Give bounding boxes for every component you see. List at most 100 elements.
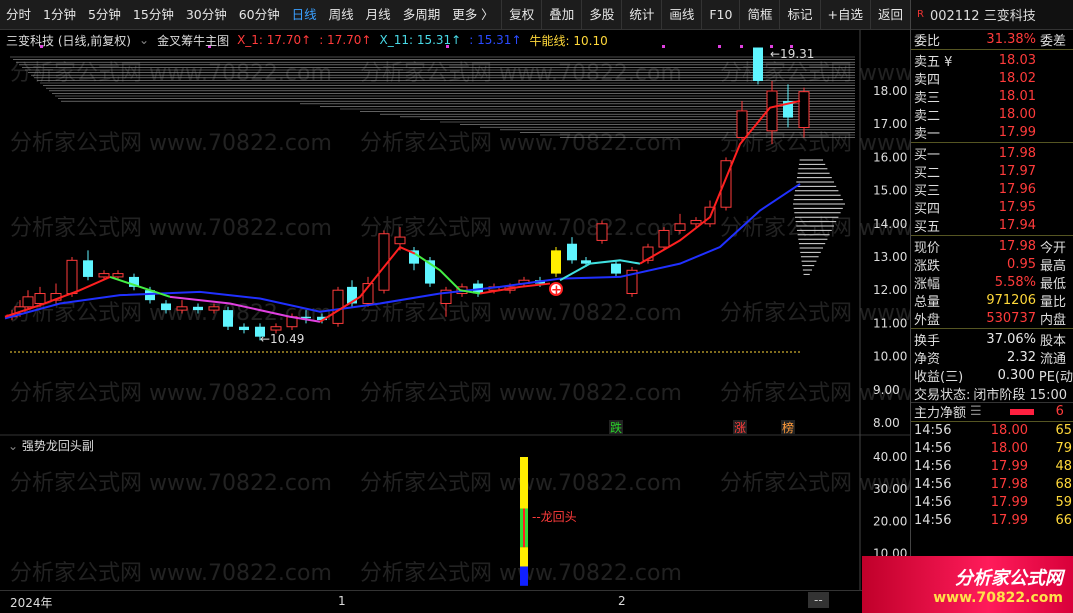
x11-line: [4, 183, 801, 320]
quote-panel: R 002112 三变科技 委比 31.38% 委差 卖五 ¥18.03 卖四 18…: [910, 0, 1073, 613]
toolbar-button-1[interactable]: 叠加: [541, 0, 581, 30]
watermark-7: 分析家公式网 www.70822.com: [360, 216, 682, 241]
period-tab-9[interactable]: 多周期: [397, 0, 447, 30]
candle-body-26: [394, 236, 406, 245]
legend-x11b: : 15.31↑: [469, 33, 522, 47]
legend-niuneng: 牛能线: 10.10: [529, 33, 608, 48]
price-tick-8: 10.00: [873, 350, 907, 364]
sub-bar-0: [520, 457, 528, 509]
period-tab-5[interactable]: 60分钟: [233, 0, 286, 30]
candle-body-2: [22, 296, 34, 308]
candle-body-39: [596, 223, 608, 241]
sub-tick-1: 30.00: [873, 482, 907, 496]
candle-body-14: [208, 306, 220, 311]
sub-tick-0: 40.00: [873, 450, 907, 464]
watermark-10: 分析家公式网 www.70822.com: [360, 301, 682, 326]
toolbar-button-8[interactable]: +自选: [819, 0, 870, 30]
price-tick-1: 17.00: [873, 117, 907, 131]
tick-row-2: 14:56 17.99 48: [914, 459, 1072, 474]
period-tab-2[interactable]: 5分钟: [82, 0, 127, 30]
period-tab-7[interactable]: 周线: [323, 0, 360, 30]
bid-row-3: 买四 17.95: [914, 199, 1036, 217]
nav-button[interactable]: --: [808, 592, 829, 608]
candle-body-16: [239, 326, 249, 331]
stat-row-3: 总量 971206 量比: [914, 292, 1067, 310]
date-axis: 2024年 1 2 --: [0, 590, 910, 613]
candle-body-12: [176, 306, 188, 311]
toolbar-button-6[interactable]: 简框: [739, 0, 779, 30]
stat-row-4: 外盘 530737 内盘: [914, 310, 1067, 328]
signal-label-1: 涨: [734, 420, 746, 435]
chevron-down-icon[interactable]: ⌄: [8, 439, 18, 453]
toolbar-button-2[interactable]: 多股: [581, 0, 621, 30]
candle-body-8: [112, 273, 124, 278]
candle-body-11: [161, 303, 171, 311]
indicator-legend: 三变科技 (日线,前复权) ⌄ 金叉筹牛主图 X_1: 17.70↑ : 17.…: [0, 30, 860, 50]
toolbar-button-3[interactable]: 统计: [621, 0, 661, 30]
sub-bar-3: [520, 566, 528, 586]
quote-header: R 002112 三变科技: [911, 0, 1073, 30]
price-tick-6: 12.00: [873, 283, 907, 297]
bid-list: 买一 17.98 买二 17.97 买三 17.96 买四 17.95 买五 17.94: [911, 144, 1073, 235]
x1-line-seg-4: [414, 252, 481, 295]
tick-row-5: 14:56 17.99 66: [914, 513, 1072, 528]
period-tab-10[interactable]: 更多 〉: [446, 0, 499, 30]
candle-body-13: [193, 306, 203, 311]
watermark-12: 分析家公式网 www.70822.com: [10, 381, 332, 406]
toolbar-actions: 复权 叠加 多股 统计 画线 F10 简框 标记 +自选 返回: [501, 0, 910, 30]
tick-row-0: 14:56 18.00 65: [914, 423, 1072, 438]
price-tick-3: 15.00: [873, 184, 907, 198]
candle-body-36: [551, 250, 561, 274]
tick-row-4: 14:56 17.99 59: [914, 495, 1072, 510]
toolbar-button-5[interactable]: F10: [701, 0, 739, 30]
watermark-18: 分析家公式网 www.70822.com: [10, 561, 332, 586]
price-tick-7: 11.00: [873, 316, 907, 330]
signal-label-0: 跌: [610, 420, 622, 435]
stock-code[interactable]: 002112 三变科技: [930, 5, 1036, 24]
trade-status-row: 交易状态: 闭市阶段 15:00: [914, 387, 1067, 403]
watermark-15: 分析家公式网 www.70822.com: [10, 471, 332, 496]
kline-chart[interactable]: 分析家公式网 www.70822.com 分析家公式网 www.70822.com…: [0, 30, 910, 590]
stats2-list: 换手 37.06% 股本 净资 2.32 流通 收益(三) 0.300 PE(动: [911, 330, 1073, 385]
toolbar-button-0[interactable]: 复权: [501, 0, 541, 30]
month-label-2: 2: [618, 594, 626, 608]
watermark-3: 分析家公式网 www.70822.com: [10, 131, 332, 156]
toolbar-button-9[interactable]: 返回: [869, 0, 910, 30]
indicator-name[interactable]: 金叉筹牛主图: [157, 32, 229, 49]
period-tab-0[interactable]: 分时: [0, 0, 37, 30]
bid-row-2: 买三 17.96: [914, 181, 1036, 199]
toolbar-button-4[interactable]: 画线: [661, 0, 701, 30]
candle-body-40: [611, 263, 621, 274]
sub-indicator-title[interactable]: ⌄ 强势龙回头副: [8, 437, 94, 454]
ask-row-3: 卖二 18.00: [914, 106, 1036, 124]
bid-row-1: 买二 17.97: [914, 163, 1036, 181]
watermark-13: 分析家公式网 www.70822.com: [360, 381, 682, 406]
period-tab-1[interactable]: 1分钟: [37, 0, 82, 30]
stat2-row-0: 换手 37.06% 股本: [914, 331, 1067, 349]
tick-row-1: 14:56 18.00 79: [914, 441, 1072, 456]
bid-row-0: 买一 17.98: [914, 145, 1036, 163]
month-label-1: 1: [338, 594, 346, 608]
period-tab-6[interactable]: 日线: [286, 0, 323, 30]
chevron-down-icon[interactable]: ⌄: [139, 33, 149, 47]
period-tab-3[interactable]: 15分钟: [127, 0, 180, 30]
candle-body-52: [798, 91, 810, 129]
stat-row-0: 现价 17.98 今开: [914, 238, 1067, 256]
ask-row-2: 卖三 18.01: [914, 88, 1036, 106]
period-tab-8[interactable]: 月线: [360, 0, 397, 30]
candlesticks: [6, 47, 810, 341]
candle-body-44: [674, 223, 686, 231]
period-tab-4[interactable]: 30分钟: [180, 0, 233, 30]
price-tick-2: 16.00: [873, 150, 907, 164]
main-flow-row: 主力净额 ☰ 6: [911, 402, 1073, 420]
sub-indicator-name: 强势龙回头副: [21, 439, 94, 453]
r-badge: R: [917, 9, 924, 20]
signal-label-2: 榜: [782, 420, 794, 435]
toolbar-button-7[interactable]: 标记: [779, 0, 819, 30]
ask-row-1: 卖四 18.02: [914, 70, 1036, 88]
price-tick-5: 13.00: [873, 250, 907, 264]
candle-body-18: [270, 326, 282, 331]
ask-row-4: 卖一 17.99: [914, 124, 1036, 142]
price-tick-10: 8.00: [873, 416, 900, 430]
list-icon[interactable]: ☰: [966, 404, 982, 419]
